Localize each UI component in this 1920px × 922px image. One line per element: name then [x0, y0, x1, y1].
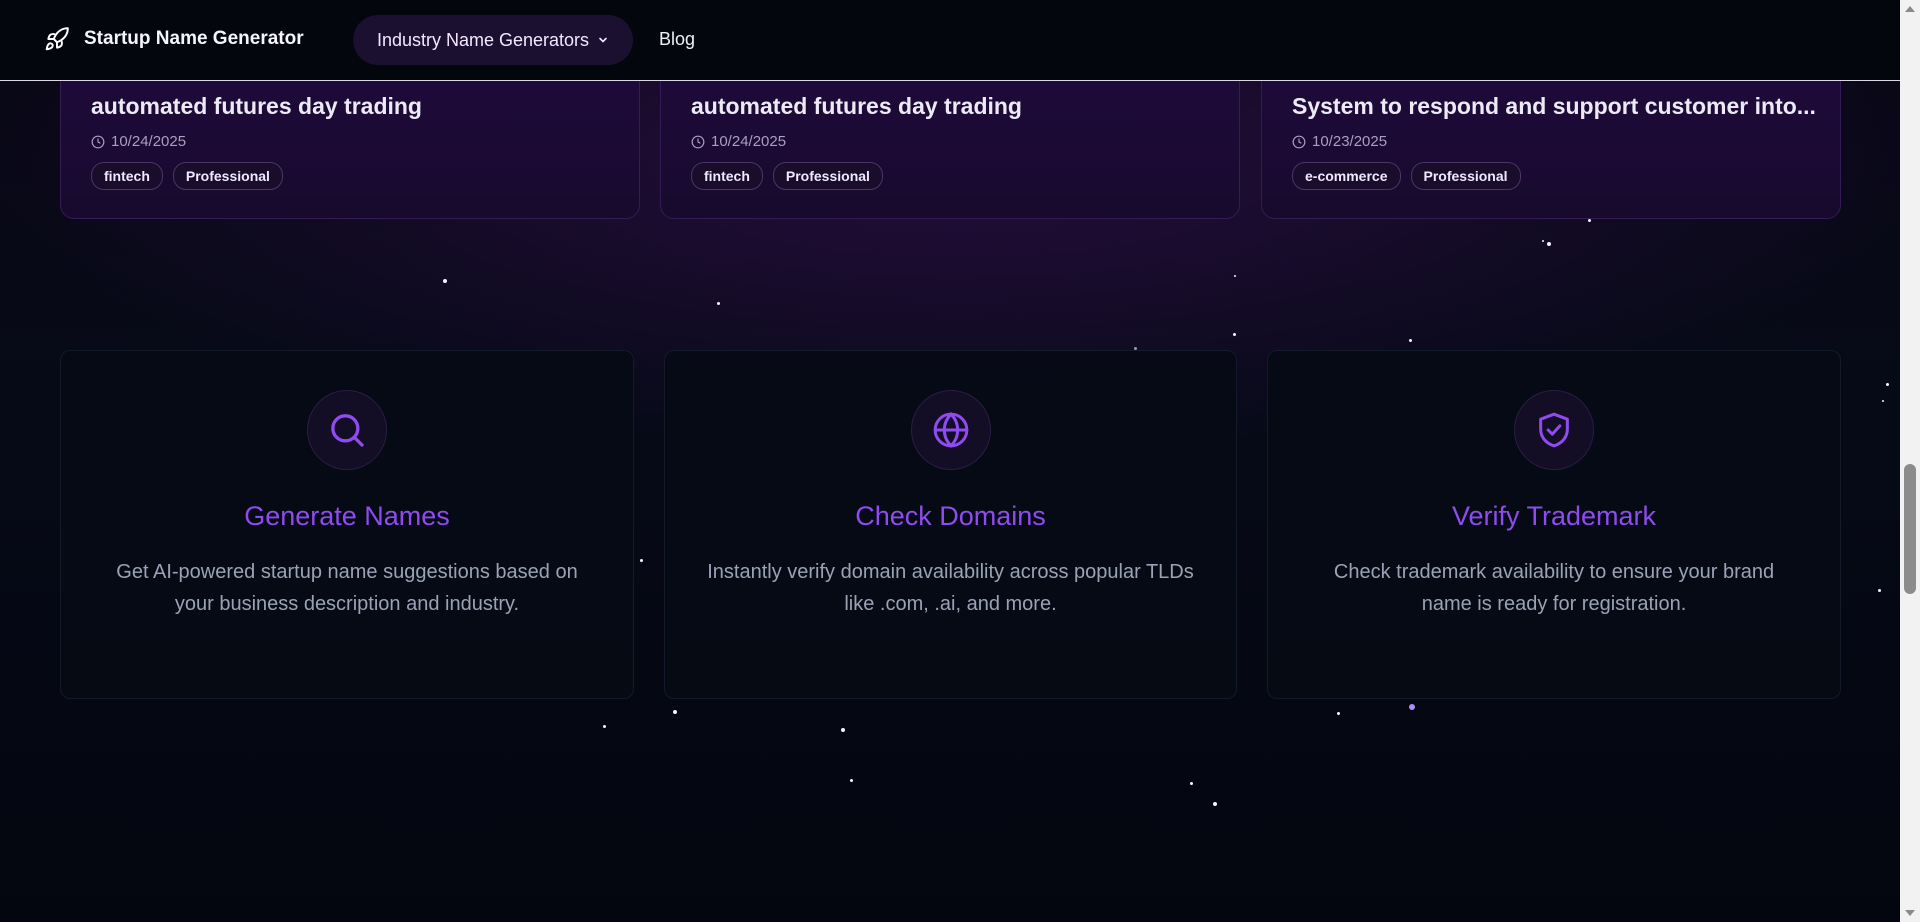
clock-icon — [1292, 135, 1306, 148]
industry-tag: e-commerce — [1292, 162, 1401, 190]
shield-check-icon — [1539, 412, 1569, 448]
recent-card-date: 10/23/2025 — [1292, 133, 1387, 150]
feature-icon-circle — [910, 390, 991, 470]
clock-icon — [691, 135, 705, 148]
tag-list: fintech Professional — [91, 162, 283, 190]
star — [1337, 712, 1340, 715]
style-tag: Professional — [172, 162, 283, 190]
feature-description: Instantly verify domain availability acr… — [707, 561, 1194, 615]
feature-description: Check trademark availability to ensure y… — [1333, 561, 1775, 615]
feature-card-generate-names: Generate Names Get AI-powered startup na… — [60, 350, 634, 699]
top-navbar: Startup Name Generator Industry Name Gen… — [0, 0, 1900, 81]
star — [1878, 589, 1881, 592]
feature-title: Check Domains — [855, 501, 1046, 531]
date-text: 10/24/2025 — [711, 133, 787, 150]
feature-card-check-domains: Check Domains Instantly verify domain av… — [664, 350, 1237, 699]
style-tag: Professional — [1410, 162, 1521, 190]
star — [1213, 802, 1217, 806]
blog-link[interactable]: Blog — [659, 29, 695, 50]
star — [1190, 782, 1193, 785]
brand-name: Startup Name Generator — [84, 28, 304, 49]
date-text: 10/23/2025 — [1312, 133, 1388, 150]
date-text: 10/24/2025 — [111, 133, 187, 150]
page: automated futures day trading 10/24/2025… — [0, 0, 1920, 922]
recent-card-title: automated futures day trading — [691, 93, 1022, 119]
star — [717, 302, 720, 305]
industry-tag: fintech — [91, 162, 163, 190]
star — [443, 279, 447, 283]
star — [603, 725, 606, 728]
feature-icon-circle — [307, 390, 387, 470]
feature-description: Get AI-powered startup name suggestions … — [116, 561, 578, 615]
star — [1882, 400, 1884, 402]
recent-card-date: 10/24/2025 — [691, 133, 786, 150]
scroll-down-arrow[interactable] — [1905, 910, 1915, 916]
industry-generators-dropdown[interactable]: Industry Name Generators — [353, 15, 633, 65]
star — [1409, 339, 1412, 342]
star — [1588, 219, 1591, 222]
industry-tag: fintech — [691, 162, 763, 190]
brand-link[interactable]: Startup Name Generator — [44, 26, 304, 52]
star — [1234, 275, 1236, 277]
star — [1542, 240, 1544, 242]
style-tag: Professional — [772, 162, 883, 190]
feature-title: Generate Names — [244, 501, 450, 531]
star — [1547, 242, 1551, 246]
feature-icon-circle — [1514, 390, 1594, 470]
star — [1233, 333, 1236, 336]
recent-card-date: 10/24/2025 — [91, 133, 186, 150]
star — [640, 559, 643, 562]
scroll-thumb[interactable] — [1904, 464, 1916, 594]
star — [673, 710, 677, 714]
recent-card-title: automated futures day trading — [91, 93, 422, 119]
globe-icon — [933, 412, 968, 448]
clock-icon — [91, 135, 105, 148]
scroll-up-arrow[interactable] — [1905, 6, 1915, 12]
star — [850, 779, 853, 782]
dropdown-label: Industry Name Generators — [376, 29, 590, 50]
tag-list: fintech Professional — [691, 162, 883, 190]
star — [1886, 383, 1889, 386]
star — [1409, 704, 1415, 710]
page-scrollbar[interactable] — [1900, 0, 1920, 922]
feature-card-verify-trademark: Verify Trademark Check trademark availab… — [1267, 350, 1841, 699]
tag-list: e-commerce Professional — [1292, 162, 1521, 190]
chevron-down-icon — [599, 37, 607, 43]
star — [841, 728, 845, 732]
recent-card-title: System to respond and support customer i… — [1292, 93, 1816, 119]
rocket-icon — [45, 27, 69, 51]
search-icon — [331, 414, 364, 447]
feature-title: Verify Trademark — [1451, 501, 1657, 531]
